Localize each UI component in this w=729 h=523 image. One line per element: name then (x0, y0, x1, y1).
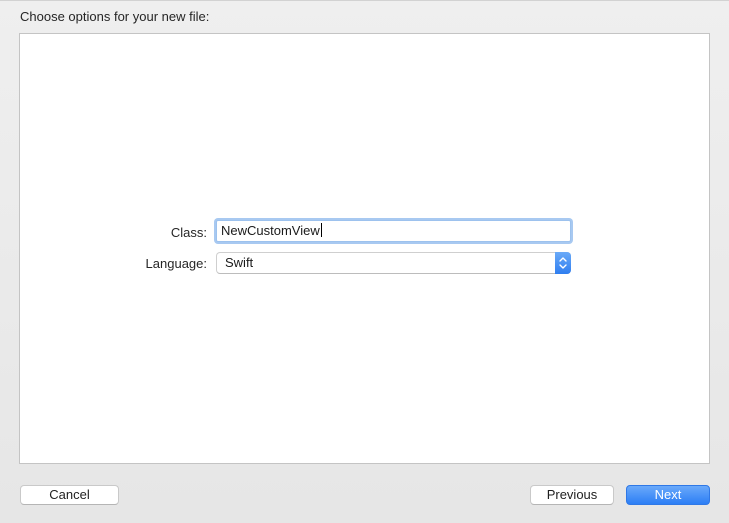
class-name-field[interactable]: NewCustomView (216, 220, 571, 242)
up-down-chevron-icon (555, 252, 571, 274)
cancel-button[interactable]: Cancel (20, 485, 119, 505)
dialog-heading: Choose options for your new file: (20, 9, 210, 24)
next-button[interactable]: Next (626, 485, 710, 505)
previous-button[interactable]: Previous (530, 485, 614, 505)
text-cursor (320, 223, 322, 237)
class-name-value: NewCustomView (221, 223, 320, 238)
dialog-top-edge (0, 0, 729, 1)
language-selected-value: Swift (225, 255, 254, 270)
language-select[interactable]: Swift (216, 252, 571, 274)
class-label: Class: (170, 225, 207, 240)
options-panel: Class: NewCustomView Language: Swift (19, 33, 710, 464)
new-file-options-dialog: Choose options for your new file: Class:… (0, 0, 729, 523)
language-label: Language: (145, 256, 207, 271)
